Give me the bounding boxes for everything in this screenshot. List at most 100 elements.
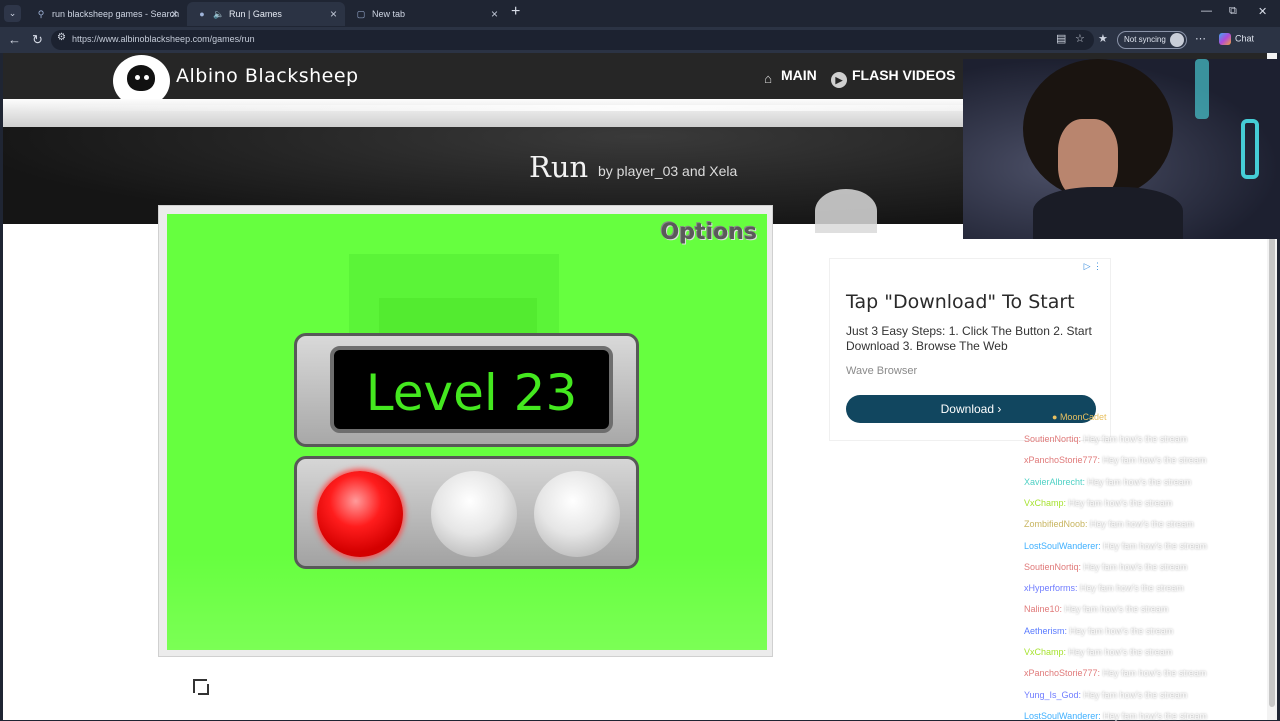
refresh-icon[interactable]: ↻ (32, 32, 43, 48)
close-tab-icon[interactable]: × (171, 7, 178, 21)
chat-username: Aetherism: (1024, 625, 1070, 636)
ad-body: Just 3 Easy Steps: 1. Click The Button 2… (846, 324, 1092, 353)
chat-username: VxChamp: (1024, 497, 1069, 508)
chat-username: xPanchoStorie777: (1024, 455, 1103, 466)
chat-username: LostSoulWanderer: (1024, 710, 1104, 721)
site-info-icon[interactable]: ⚙ (57, 32, 66, 43)
chat-username: xPanchoStorie777: (1024, 668, 1103, 679)
countdown-lights (294, 456, 639, 569)
more-menu-icon[interactable]: ⋯ (1195, 32, 1206, 45)
chat-username: SoutienNortiq: (1024, 434, 1084, 444)
chat-username: ZombifiedNoob: (1024, 519, 1091, 530)
chat-text: Hey fam how's the stream (1068, 647, 1173, 657)
avatar (1170, 33, 1184, 47)
favorites-icon[interactable]: ★ (1098, 32, 1108, 45)
ad-headline: Tap "Download" To Start (846, 291, 1075, 313)
chat-text: Hey fam how's the stream (1083, 561, 1188, 572)
game-canvas[interactable]: Options Level 23 (167, 214, 767, 650)
minimize-icon[interactable]: — (1201, 5, 1212, 17)
chat-username: SoutienNortiq: (1024, 561, 1084, 572)
chat-message: VxChamp: Hey fam how's the stream (1024, 498, 1172, 508)
chat-message: LostSoulWanderer: Hey fam how's the stre… (1024, 541, 1207, 551)
nav-main-link[interactable]: ⌂ MAIN (760, 67, 817, 87)
tab-title: Run | Games (229, 9, 282, 19)
game-title: Run (529, 150, 589, 184)
chat-text: Hey fam how's the stream (1090, 519, 1194, 530)
back-arrow-icon[interactable]: ← (8, 32, 21, 47)
chat-text: Hey fam how's the stream (1083, 689, 1188, 700)
fullscreen-icon[interactable] (193, 679, 209, 695)
chat-username: VxChamp: (1024, 647, 1069, 657)
tab-title: New tab (372, 9, 406, 19)
chat-text: Hey fam how's the stream (1068, 497, 1173, 508)
chat-username: XavierAlbrecht: (1024, 476, 1088, 487)
chat-username: LostSoulWanderer: (1024, 540, 1104, 551)
light-off (431, 471, 517, 557)
chevron-right-icon: › (997, 402, 1002, 416)
light-off (534, 471, 620, 557)
restore-icon[interactable]: ⧉ (1229, 5, 1237, 18)
game-frame: Options Level 23 (158, 205, 773, 657)
tab-run-games[interactable]: ● 🔈 Run | Games × (187, 2, 345, 26)
logo-eye (144, 75, 149, 80)
chat-message: VxChamp: Hey fam how's the stream (1024, 647, 1172, 657)
new-tab-plus-icon[interactable]: + (511, 3, 520, 21)
chat-message: xHyperforms: Hey fam how's the stream (1024, 583, 1184, 593)
sync-profile-button[interactable]: Not syncing (1117, 31, 1187, 49)
chat-text: Hey fam how's the stream (1087, 476, 1192, 487)
chat-username: Yung_Is_God: (1024, 689, 1084, 700)
home-icon: ⌂ (764, 71, 772, 86)
newtab-icon: ▢ (356, 9, 366, 19)
tab-search[interactable]: ⚲ run blacksheep games - Search × (26, 2, 186, 26)
ad-brand: Wave Browser (846, 365, 918, 377)
chat-message: SoutienNortiq: Hey fam how's the stream (1024, 562, 1187, 572)
chat-text: Hey fam how's the stream (1103, 710, 1207, 721)
chat-message: Yung_Is_God: Hey fam how's the stream (1024, 690, 1187, 700)
sync-label: Not syncing (1124, 35, 1166, 44)
chat-text: Hey fam how's the stream (1102, 455, 1207, 466)
site-name[interactable]: Albino Blacksheep (176, 65, 359, 87)
chat-message: Aetherism: Hey fam how's the stream (1024, 626, 1173, 636)
logo-eye (135, 75, 140, 80)
neon-light (1241, 119, 1259, 179)
sheep-decoration (815, 189, 877, 233)
chat-text: Hey fam how's the stream (1103, 540, 1207, 551)
chat-label: Chat (1235, 33, 1255, 44)
nav-flash-label: FLASH VIDEOS (852, 67, 956, 83)
url-text[interactable]: https://www.albinoblacksheep.com/games/r… (72, 34, 255, 44)
speaker-icon[interactable]: 🔈 (213, 9, 224, 19)
stream-chat-overlay: ● MoonCadet SoutienNortiq: Hey fam how's… (1024, 378, 1280, 721)
nav-flash-videos-link[interactable]: ▶ FLASH VIDEOS (831, 67, 955, 88)
chat-message: ZombifiedNoob: Hey fam how's the stream (1024, 519, 1194, 529)
light-red-on (317, 471, 403, 557)
favorite-star-icon[interactable]: ☆ (1075, 32, 1085, 45)
close-tab-icon[interactable]: × (491, 7, 498, 21)
chat-message: xPanchoStorie777: Hey fam how's the stre… (1024, 455, 1206, 465)
reader-icon[interactable]: ▤ (1056, 32, 1066, 45)
options-button[interactable]: Options (661, 220, 757, 245)
close-tab-icon[interactable]: × (330, 7, 337, 21)
chat-message: SoutienNortiq: Hey fam how's the stream (1024, 434, 1187, 444)
site-favicon-icon: ● (199, 9, 205, 19)
level-display: Level 23 (330, 346, 613, 433)
chat-username: xHyperforms: (1024, 583, 1081, 594)
copilot-icon (1219, 33, 1231, 45)
chat-text: Hey fam how's the stream (1080, 583, 1184, 594)
neon-light (1195, 59, 1209, 119)
browser-tab-bar: ⌄ ⚲ run blacksheep games - Search × ● 🔈 … (0, 0, 1280, 27)
tab-new-tab[interactable]: ▢ New tab × (346, 2, 506, 26)
nav-main-label: MAIN (781, 67, 817, 83)
copilot-chat-button[interactable]: Chat (1219, 33, 1254, 45)
level-panel: Level 23 (294, 333, 639, 447)
chat-message: Naline10: Hey fam how's the stream (1024, 604, 1168, 614)
level-text: Level 23 (365, 364, 578, 422)
tab-actions-chevron-icon[interactable]: ⌄ (4, 5, 21, 22)
chat-text: Hey fam how's the stream (1069, 625, 1174, 636)
search-icon: ⚲ (37, 9, 45, 19)
close-window-icon[interactable]: ✕ (1258, 5, 1267, 18)
chat-header-username: MoonCadet (1059, 412, 1107, 422)
adchoices-icon[interactable]: ▷ ⋮ (1084, 261, 1102, 272)
play-icon: ▶ (831, 72, 847, 88)
sheep-logo-icon (127, 65, 155, 91)
webcam-overlay (963, 59, 1280, 239)
